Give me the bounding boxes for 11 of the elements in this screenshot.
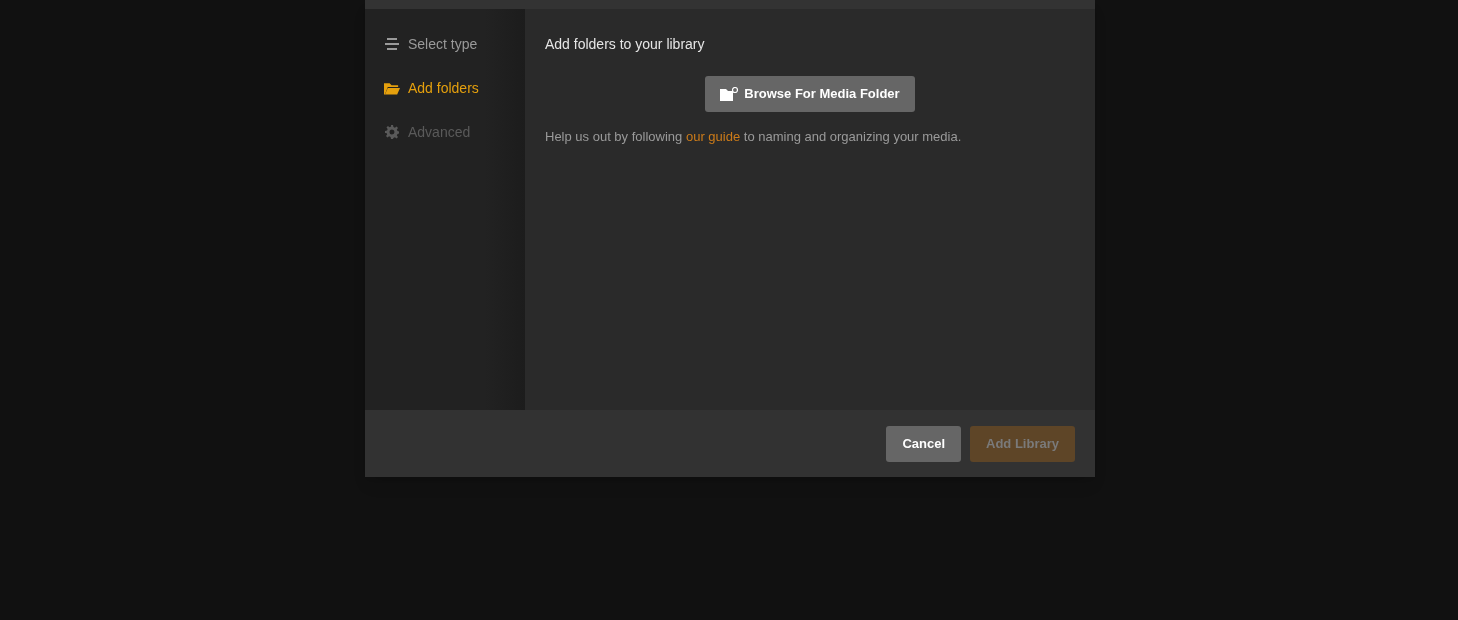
list-icon xyxy=(385,38,399,50)
section-heading: Add folders to your library xyxy=(545,35,706,54)
gear-icon xyxy=(385,125,399,139)
cancel-button[interactable]: Cancel xyxy=(886,425,962,462)
folder-icon xyxy=(384,81,400,95)
browse-button[interactable]: Browse For Media Folder xyxy=(705,76,915,112)
folder-icon xyxy=(720,87,739,101)
guide-link[interactable]: our guide xyxy=(685,129,741,144)
help-text: Help us out by following our guide to naming and organizing your media. xyxy=(545,128,963,146)
step-item[interactable]: Select type xyxy=(365,22,525,66)
step-item[interactable]: Add folders xyxy=(365,66,525,110)
